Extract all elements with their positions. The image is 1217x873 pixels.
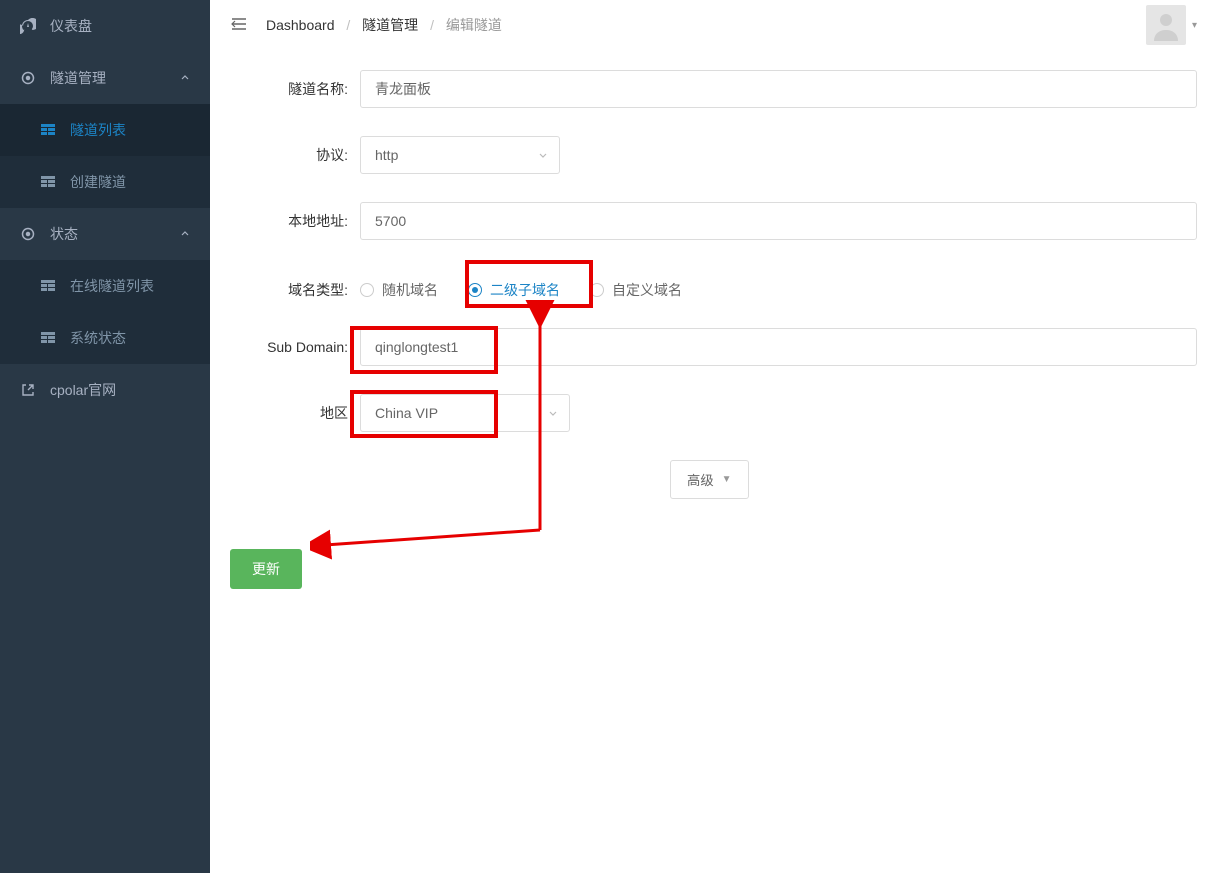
circle-dot-icon — [20, 226, 36, 242]
sidebar-label: 在线隧道列表 — [70, 276, 154, 296]
chevron-up-icon — [180, 70, 190, 86]
radio-icon — [360, 283, 374, 297]
protocol-value[interactable] — [360, 136, 560, 174]
table-icon — [40, 122, 56, 138]
label-subdomain: Sub Domain: — [230, 339, 360, 355]
region-value[interactable] — [360, 394, 570, 432]
form-area: 隧道名称: 协议: 本地地址: 域名类型: — [210, 50, 1217, 609]
label-domain-type: 域名类型: — [230, 280, 360, 300]
radio-random-domain[interactable]: 随机域名 — [360, 280, 438, 300]
breadcrumb: Dashboard / 隧道管理 / 编辑隧道 — [266, 15, 502, 35]
radio-label: 二级子域名 — [490, 280, 560, 300]
table-icon — [40, 330, 56, 346]
label-local-addr: 本地地址: — [230, 211, 360, 231]
sidebar-item-create-tunnel[interactable]: 创建隧道 — [0, 156, 210, 208]
user-menu[interactable]: ▾ — [1146, 5, 1197, 45]
advanced-button[interactable]: 高级 ▼ — [670, 460, 749, 499]
label-tunnel-name: 隧道名称: — [230, 79, 360, 99]
sidebar-item-online-tunnels[interactable]: 在线隧道列表 — [0, 260, 210, 312]
sidebar-label: 创建隧道 — [70, 172, 126, 192]
breadcrumb-sep: / — [346, 17, 350, 33]
breadcrumb-current: 编辑隧道 — [446, 17, 502, 33]
sidebar: 仪表盘 隧道管理 隧道列表 创建隧道 — [0, 0, 210, 873]
table-icon — [40, 174, 56, 190]
submit-button[interactable]: 更新 — [230, 549, 302, 589]
sidebar-item-cpolar-site[interactable]: cpolar官网 — [0, 364, 210, 416]
external-link-icon — [20, 382, 36, 398]
radio-custom-domain[interactable]: 自定义域名 — [590, 280, 682, 300]
sidebar-label: 系统状态 — [70, 328, 126, 348]
tunnel-name-input[interactable] — [360, 70, 1197, 108]
domain-type-radios: 随机域名 二级子域名 自定义域名 — [360, 280, 682, 300]
table-icon — [40, 278, 56, 294]
radio-sub-domain[interactable]: 二级子域名 — [468, 280, 560, 300]
chevron-up-icon — [180, 226, 190, 242]
gauge-icon — [20, 18, 36, 34]
subdomain-input[interactable] — [360, 328, 1197, 366]
caret-down-icon: ▼ — [722, 474, 732, 485]
main-content: Dashboard / 隧道管理 / 编辑隧道 ▾ 隧道名称: 协议: — [210, 0, 1217, 873]
sidebar-label: cpolar官网 — [50, 380, 116, 400]
menu-toggle-icon[interactable] — [230, 16, 248, 35]
local-addr-input[interactable] — [360, 202, 1197, 240]
region-select[interactable] — [360, 394, 570, 432]
caret-down-icon: ▾ — [1192, 20, 1197, 31]
radio-label: 自定义域名 — [612, 280, 682, 300]
sidebar-item-tunnel-mgmt[interactable]: 隧道管理 — [0, 52, 210, 104]
avatar-icon — [1146, 5, 1186, 45]
sidebar-item-tunnel-list[interactable]: 隧道列表 — [0, 104, 210, 156]
advanced-label: 高级 — [687, 470, 714, 489]
sidebar-label: 隧道管理 — [50, 68, 106, 88]
protocol-select[interactable] — [360, 136, 560, 174]
sidebar-label: 状态 — [50, 224, 78, 244]
radio-icon — [468, 283, 482, 297]
breadcrumb-sep: / — [430, 17, 434, 33]
topbar: Dashboard / 隧道管理 / 编辑隧道 ▾ — [210, 0, 1217, 50]
breadcrumb-section[interactable]: 隧道管理 — [362, 17, 418, 33]
sidebar-label: 仪表盘 — [50, 16, 92, 36]
radio-label: 随机域名 — [382, 280, 438, 300]
radio-icon — [590, 283, 604, 297]
label-region: 地区 — [230, 403, 360, 423]
sidebar-label: 隧道列表 — [70, 120, 126, 140]
sidebar-item-dashboard[interactable]: 仪表盘 — [0, 0, 210, 52]
label-protocol: 协议: — [230, 145, 360, 165]
circle-dot-icon — [20, 70, 36, 86]
sidebar-item-system-status[interactable]: 系统状态 — [0, 312, 210, 364]
sidebar-item-status[interactable]: 状态 — [0, 208, 210, 260]
breadcrumb-root[interactable]: Dashboard — [266, 17, 335, 33]
